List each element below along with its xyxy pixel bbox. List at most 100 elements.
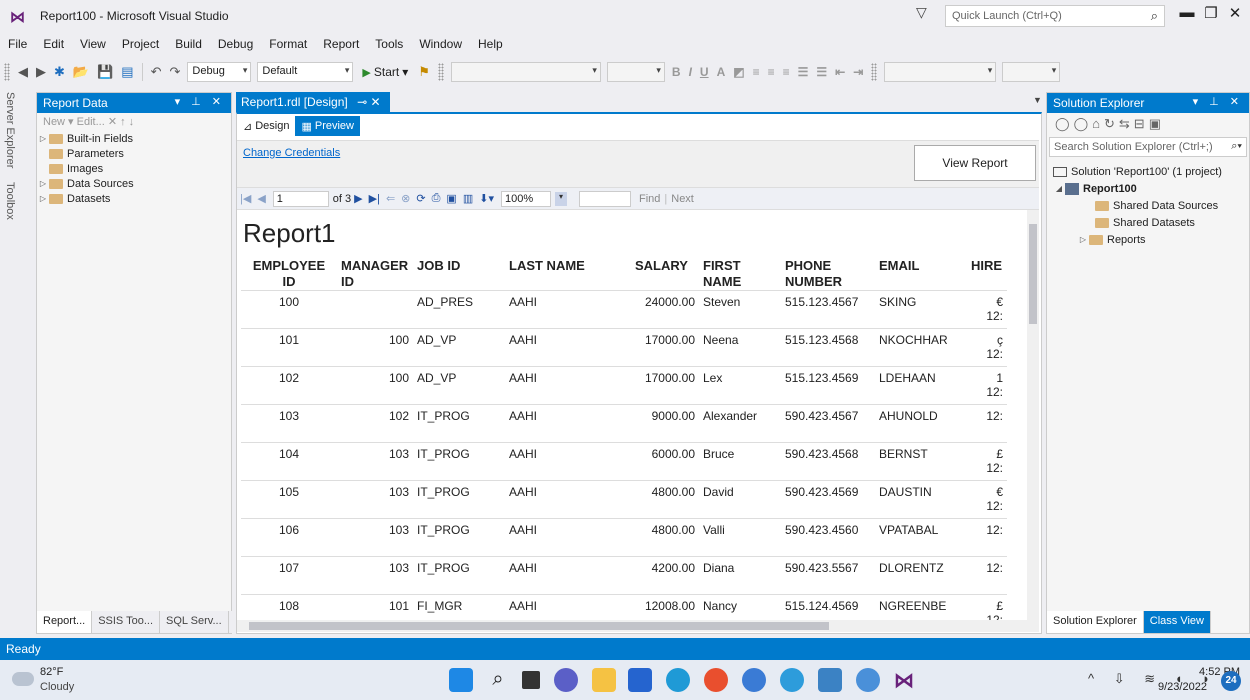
history-icon[interactable]: ↻ bbox=[1104, 116, 1119, 131]
project-node[interactable]: ◢ Report100 bbox=[1047, 180, 1249, 197]
report-data-actions[interactable]: New ▾ Edit... ✕ ↑ ↓ bbox=[37, 113, 231, 131]
photos-icon[interactable] bbox=[818, 668, 842, 692]
tab-class-view[interactable]: Class View bbox=[1143, 611, 1211, 633]
first-page-icon[interactable]: |◀ bbox=[237, 192, 254, 205]
tree-item-images[interactable]: Images bbox=[37, 161, 231, 176]
tab-solution-explorer[interactable]: Solution Explorer bbox=[1047, 611, 1144, 633]
windows-start-icon[interactable] bbox=[449, 668, 473, 692]
store-icon[interactable] bbox=[628, 668, 652, 692]
close-tab-icon[interactable]: ✕ bbox=[370, 95, 380, 109]
vertical-scroll-thumb[interactable] bbox=[1029, 224, 1037, 324]
font-size-select[interactable]: ▾ bbox=[606, 62, 665, 82]
underline-icon[interactable]: U bbox=[696, 65, 713, 79]
quick-launch-input[interactable]: Quick Launch (Ctrl+Q) ⌕ bbox=[945, 5, 1165, 27]
properties-icon[interactable]: ▣ bbox=[1149, 116, 1165, 131]
layout-size-select[interactable]: ▾ bbox=[1002, 62, 1061, 82]
change-credentials-link[interactable]: Change Credentials bbox=[243, 147, 340, 159]
app-icon[interactable] bbox=[780, 668, 804, 692]
restore-button[interactable]: ❐ bbox=[1200, 4, 1222, 22]
tab-ssis-toolbox[interactable]: SSIS Too... bbox=[92, 611, 161, 633]
minimize-button[interactable]: ▬ bbox=[1176, 4, 1198, 21]
align-center-icon[interactable]: ≡ bbox=[764, 65, 779, 79]
menu-help[interactable]: Help bbox=[470, 34, 511, 54]
toolbar-grip[interactable] bbox=[871, 63, 878, 81]
undo-icon[interactable]: ↶ bbox=[147, 64, 166, 80]
chrome-profile-icon[interactable] bbox=[742, 668, 766, 692]
document-tab-report1[interactable]: Report1.rdl [Design] ⊸ ✕ bbox=[236, 92, 390, 112]
sync-icon[interactable]: ⇆ bbox=[1119, 116, 1134, 131]
horizontal-scroll-thumb[interactable] bbox=[249, 622, 829, 630]
layout-select[interactable]: ▾ bbox=[884, 62, 997, 82]
print-icon[interactable]: ⎙ bbox=[429, 192, 444, 205]
file-explorer-icon[interactable] bbox=[592, 668, 616, 692]
font-family-select[interactable]: ▾ bbox=[450, 62, 601, 82]
expand-icon[interactable]: ▷ bbox=[37, 134, 49, 143]
expand-icon[interactable]: ▷ bbox=[37, 179, 49, 188]
edge-icon[interactable] bbox=[666, 668, 690, 692]
chat-icon[interactable] bbox=[554, 668, 578, 692]
print-layout-icon[interactable]: ▣ bbox=[443, 192, 459, 205]
decrease-indent-icon[interactable]: ⇤ bbox=[831, 65, 849, 79]
tab-design[interactable]: ⊿ Design bbox=[237, 116, 295, 136]
current-page-input[interactable]: 1 bbox=[272, 190, 329, 207]
align-left-icon[interactable]: ≡ bbox=[749, 65, 764, 79]
browser-link-icon[interactable]: ⚑ bbox=[414, 64, 434, 80]
back-to-parent-icon[interactable]: ⇐ bbox=[383, 192, 398, 205]
font-color-icon[interactable]: A bbox=[713, 65, 730, 79]
solution-configuration-select[interactable]: Debug ▾ bbox=[187, 62, 252, 82]
zoom-select[interactable]: 100% bbox=[500, 190, 551, 207]
next-link[interactable]: Next bbox=[667, 193, 698, 205]
menu-format[interactable]: Format bbox=[261, 34, 315, 54]
visual-studio-icon[interactable]: ⋈ bbox=[892, 668, 916, 692]
expand-icon[interactable]: ▷ bbox=[37, 194, 49, 203]
home-icon[interactable]: ⌂ bbox=[1092, 116, 1104, 131]
menu-build[interactable]: Build bbox=[167, 34, 210, 54]
find-input[interactable] bbox=[578, 190, 631, 207]
document-list-dropdown-icon[interactable]: ▼ bbox=[1033, 95, 1042, 105]
menu-window[interactable]: Window bbox=[411, 34, 470, 54]
forward-icon[interactable]: ◯ bbox=[1074, 116, 1093, 131]
italic-icon[interactable]: I bbox=[685, 65, 696, 79]
tab-preview[interactable]: ▦ Preview bbox=[295, 116, 360, 136]
solution-platform-select[interactable]: Default ▾ bbox=[257, 62, 354, 82]
menu-debug[interactable]: Debug bbox=[210, 34, 261, 54]
stop-icon[interactable]: ⊗ bbox=[398, 192, 413, 205]
tree-item-parameters[interactable]: Parameters bbox=[37, 146, 231, 161]
toolbar-grip[interactable] bbox=[4, 63, 10, 81]
collapse-all-icon[interactable]: ⊟ bbox=[1134, 116, 1149, 131]
server-explorer-tab[interactable]: Server Explorer bbox=[4, 92, 16, 168]
start-button[interactable]: ▶ Start ▾ bbox=[356, 65, 414, 79]
horizontal-scrollbar[interactable] bbox=[237, 620, 1039, 632]
panel-window-controls[interactable]: ▾ ⊥ ✕ bbox=[1193, 95, 1243, 108]
page-setup-icon[interactable]: ▥ bbox=[460, 192, 476, 205]
last-page-icon[interactable]: ▶| bbox=[366, 192, 383, 205]
refresh-icon[interactable]: ⟳ bbox=[413, 192, 428, 205]
search-icon[interactable]: ⌕ bbox=[486, 668, 510, 692]
align-right-icon[interactable]: ≡ bbox=[779, 65, 794, 79]
clock-date[interactable]: 9/23/2022 bbox=[1158, 681, 1207, 693]
tree-item-data-sources[interactable]: ▷ Data Sources bbox=[37, 176, 231, 191]
back-icon[interactable]: ◯ bbox=[1055, 116, 1074, 131]
next-page-icon[interactable]: ▶ bbox=[351, 192, 365, 205]
chrome-profile-2-icon[interactable] bbox=[856, 668, 880, 692]
find-link[interactable]: Find bbox=[635, 193, 664, 205]
open-file-icon[interactable]: 📂 bbox=[69, 64, 93, 80]
numbering-icon[interactable]: ☰ bbox=[812, 65, 831, 79]
vertical-scrollbar[interactable] bbox=[1027, 210, 1039, 620]
close-button[interactable]: ✕ bbox=[1224, 4, 1246, 22]
bullets-icon[interactable]: ☰ bbox=[794, 65, 813, 79]
toolbar-grip[interactable] bbox=[437, 63, 444, 81]
menu-file[interactable]: File bbox=[0, 34, 35, 54]
task-view-icon[interactable] bbox=[522, 671, 540, 689]
menu-tools[interactable]: Tools bbox=[367, 34, 411, 54]
zoom-dropdown-icon[interactable]: ▾ bbox=[554, 191, 567, 206]
tab-report-data[interactable]: Report... bbox=[37, 611, 93, 633]
previous-page-icon[interactable]: ◀ bbox=[254, 192, 268, 205]
solution-node[interactable]: Solution 'Report100' (1 project) bbox=[1047, 163, 1249, 180]
collapse-icon[interactable]: ◢ bbox=[1053, 184, 1065, 193]
weather-temperature[interactable]: 82°F bbox=[40, 666, 63, 678]
tree-item-built-in-fields[interactable]: ▷ Built-in Fields bbox=[37, 131, 231, 146]
node-shared-data-sources[interactable]: Shared Data Sources bbox=[1047, 197, 1249, 214]
view-report-button[interactable]: View Report bbox=[914, 145, 1036, 181]
tree-item-datasets[interactable]: ▷ Datasets bbox=[37, 191, 231, 206]
